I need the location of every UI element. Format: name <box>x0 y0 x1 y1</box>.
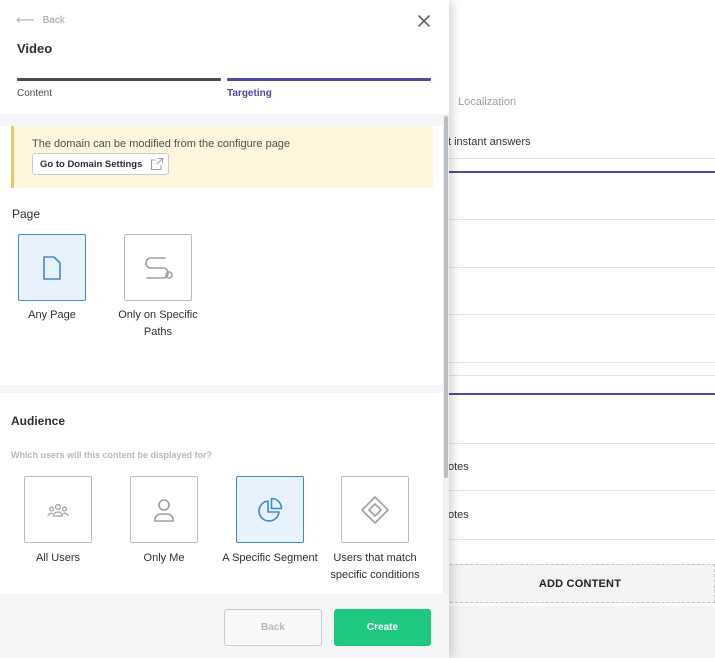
specific-paths-label: Only on Specific Paths <box>118 309 198 338</box>
specific-conditions-option[interactable] <box>341 476 409 543</box>
step-content[interactable]: Content <box>17 78 221 99</box>
step-targeting-label: Targeting <box>227 88 272 99</box>
background-row[interactable]: otes <box>440 444 715 491</box>
background-row-text: otes <box>448 509 469 521</box>
external-link-icon <box>151 157 164 171</box>
any-page-option[interactable] <box>18 234 86 301</box>
all-users-label: All Users <box>35 552 80 564</box>
background-row[interactable] <box>440 173 715 220</box>
page-icon <box>43 255 61 280</box>
back-button[interactable]: Back <box>224 609 322 646</box>
audience-title: Audience <box>11 414 66 428</box>
back-link[interactable]: ⟵ Back <box>16 12 65 28</box>
specific-segment-label: A Specific Segment <box>222 552 318 564</box>
background-row[interactable]: t instant answers <box>440 126 715 159</box>
background-row[interactable] <box>440 315 715 363</box>
back-link-label: Back <box>42 14 65 26</box>
background-row[interactable] <box>440 395 715 444</box>
scrollbar-thumb[interactable] <box>444 116 448 478</box>
path-icon <box>145 256 173 279</box>
notice-text: The domain can be modified from the conf… <box>32 138 291 150</box>
close-icon[interactable] <box>416 13 432 29</box>
targeting-panel: ⟵ Back Video Content Targeting The domai… <box>0 0 449 658</box>
audience-subtitle: Which users will this content be display… <box>11 450 213 460</box>
users-group-icon <box>47 503 69 517</box>
conditions-icon <box>361 495 389 524</box>
background-header: Localization <box>440 0 715 126</box>
pie-chart-icon <box>258 497 283 522</box>
step-targeting-bar <box>227 78 431 81</box>
background-row[interactable] <box>440 220 715 268</box>
add-content-button[interactable]: ADD CONTENT <box>445 564 715 603</box>
only-me-label: Only Me <box>143 552 185 564</box>
specific-segment-option[interactable] <box>236 476 304 543</box>
only-me-option[interactable] <box>130 476 198 543</box>
step-content-label: Content <box>17 88 53 99</box>
background-row[interactable]: otes <box>440 491 715 540</box>
section-divider <box>0 385 443 393</box>
domain-notice: The domain can be modified from the conf… <box>11 126 433 188</box>
background-row-text: t instant answers <box>448 136 531 148</box>
background-row <box>440 363 715 376</box>
all-users-option[interactable] <box>24 476 92 543</box>
domain-button-label: Go to Domain Settings <box>40 158 143 170</box>
background-row[interactable] <box>440 268 715 315</box>
specific-paths-option[interactable] <box>124 234 192 301</box>
user-icon <box>154 498 174 522</box>
step-content-bar <box>17 78 221 81</box>
background-row-text: otes <box>448 461 469 473</box>
create-button[interactable]: Create <box>334 609 431 646</box>
step-targeting[interactable]: Targeting <box>227 78 431 99</box>
header-divider <box>0 114 449 126</box>
any-page-label: Any Page <box>28 309 76 321</box>
specific-conditions-label: Users that match specific conditions <box>330 552 420 581</box>
tab-localization[interactable]: Localization <box>458 96 516 108</box>
panel-title: Video <box>17 41 53 56</box>
go-to-domain-settings-button[interactable]: Go to Domain Settings <box>32 153 170 175</box>
page-section-label: Page <box>12 207 41 221</box>
back-arrow-icon: ⟵ <box>16 12 35 27</box>
